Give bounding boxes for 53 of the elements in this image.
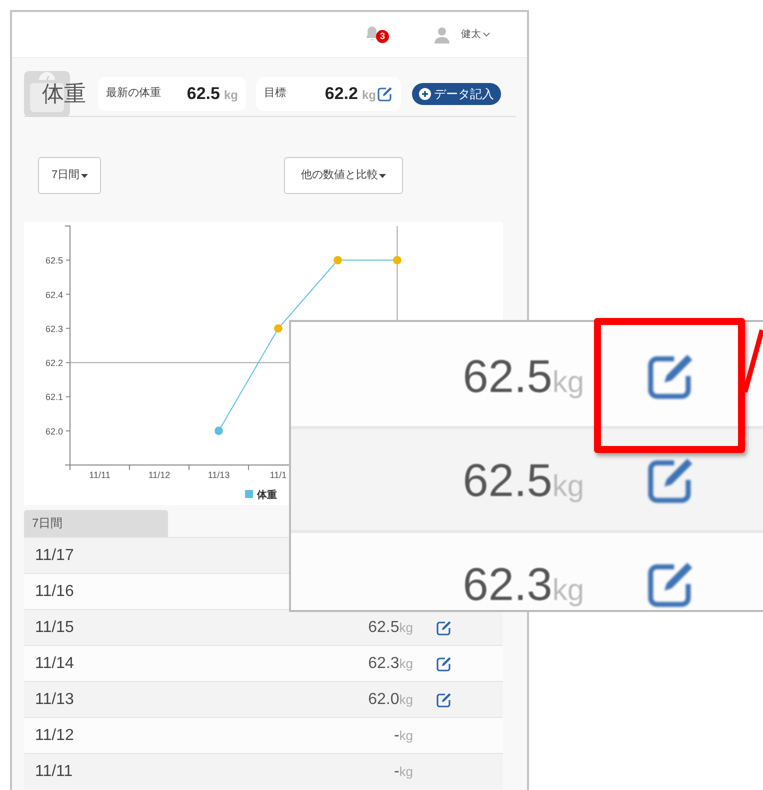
data-point [274, 324, 282, 333]
x-tick-label: 11/11 [89, 470, 110, 480]
data-point [393, 256, 402, 264]
y-tick-label: 62.1 [45, 392, 63, 402]
weight-cell-text: 62.0kg [368, 690, 413, 710]
caret-icon [379, 174, 386, 178]
edit-icon[interactable] [436, 620, 452, 636]
date-cell-text: 11/15 [34, 618, 75, 638]
user-menu[interactable]: 健太 [461, 27, 490, 42]
y-tick-label: 62.5 [45, 256, 63, 266]
date-cell-text: 11/17 [34, 546, 75, 566]
legend-swatch [245, 490, 253, 498]
x-tick-label: 11/13 [208, 470, 230, 480]
date-cell-text: 11/14 [34, 654, 75, 674]
date-cell-text: 11/13 [34, 690, 75, 710]
edit-icon[interactable] [436, 656, 452, 672]
edit-icon[interactable] [377, 86, 393, 102]
dropdown-button[interactable]: 他の数値と比較 [284, 157, 403, 194]
y-tick-label: 62.4 [45, 290, 63, 300]
weight-cell-text: 62.5kg [368, 618, 413, 638]
date-cell-text: 11/11 [34, 762, 74, 782]
user-icon [433, 26, 451, 44]
weight-cell-text: -kg [394, 762, 413, 782]
magnified-weight: 62.5kg [462, 352, 584, 398]
unit-label: kg [362, 87, 376, 104]
dropdown-button[interactable]: 7日間 [38, 157, 101, 194]
weight-cell-text: 62.3kg [368, 654, 413, 674]
x-tick-label: 11/12 [148, 470, 170, 480]
x-tick-label: 11/1 [270, 470, 287, 480]
card-value: 62.5 [186, 82, 220, 105]
card-value: 62.2 [324, 82, 358, 105]
date-cell-text: 11/12 [34, 726, 75, 746]
unit-label: kg [224, 87, 238, 104]
y-tick-label: 62.3 [45, 324, 63, 334]
y-tick-label: 62.0 [45, 426, 63, 436]
add-data-button[interactable]: データ記入 [412, 82, 501, 104]
data-point [214, 426, 223, 436]
weight-cell-text: -kg [394, 726, 413, 746]
card-label: 最新の体重 [106, 86, 162, 102]
magnified-weight: 62.3kg [462, 560, 584, 606]
date-cell-text: 11/16 [34, 582, 75, 602]
edit-icon[interactable] [436, 692, 452, 708]
period-tab[interactable]: 7日間 [24, 510, 168, 537]
chevron-icon [483, 32, 490, 37]
y-tick-label: 62.2 [45, 358, 63, 368]
data-point [334, 256, 342, 264]
legend-label: 体重 [257, 490, 277, 501]
caret-icon [80, 174, 88, 178]
notification-badge: 3 [376, 30, 389, 42]
page-title: 体重 [42, 80, 87, 108]
plus-icon [419, 88, 431, 100]
card-label: 目標 [264, 86, 287, 102]
magnified-weight: 62.5kg [462, 456, 584, 502]
